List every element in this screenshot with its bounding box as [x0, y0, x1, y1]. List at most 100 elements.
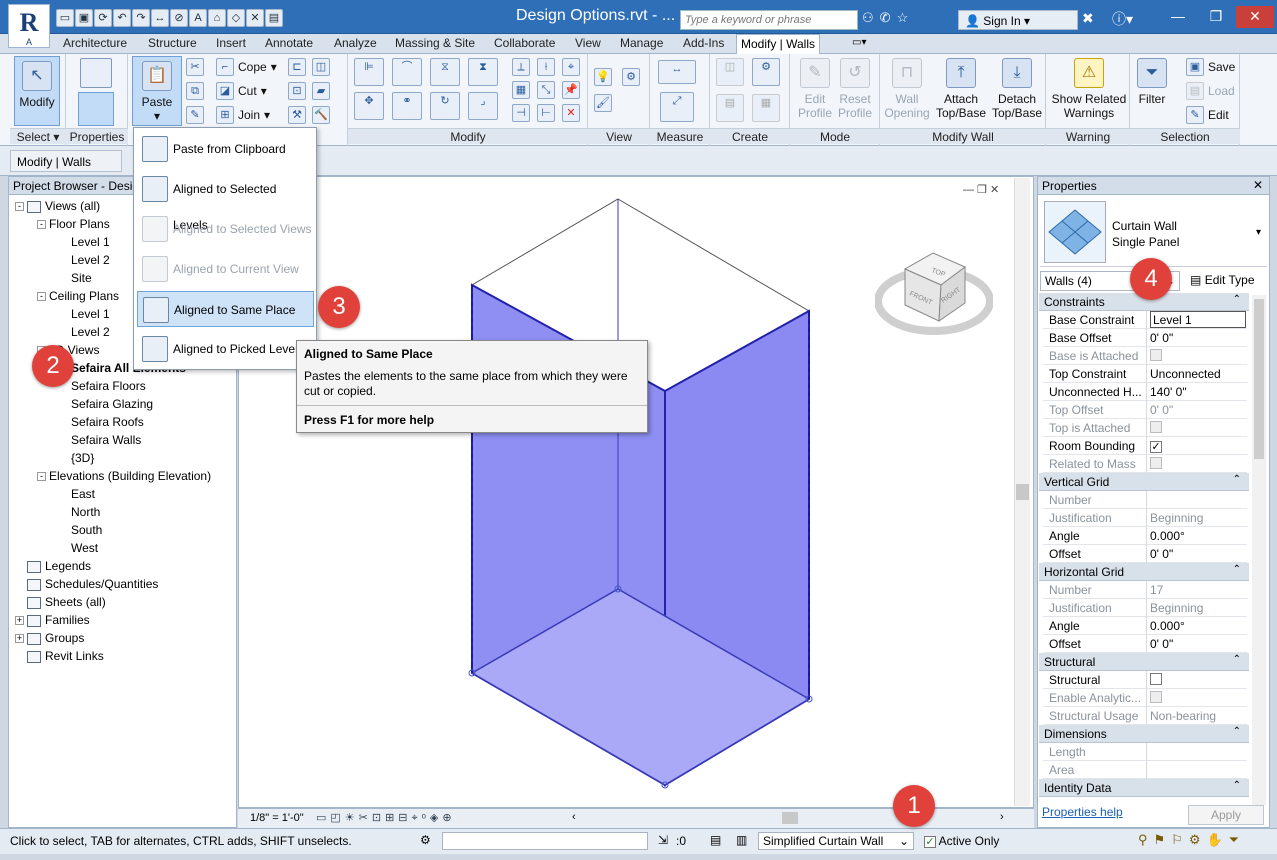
scale-icon[interactable]: ⤡ [537, 81, 555, 99]
undo-icon[interactable]: ↶ [113, 9, 131, 27]
properties-toggle-icon[interactable] [78, 92, 114, 126]
type-properties-icon[interactable] [80, 58, 112, 88]
expand-icon[interactable]: + [15, 634, 24, 644]
tree-item[interactable]: Level 1 [59, 233, 110, 251]
text-icon[interactable]: A [189, 9, 207, 27]
tree-item[interactable]: Legends [15, 557, 91, 575]
tree-item[interactable]: - Floor Plans [37, 215, 110, 233]
paste-menu-item[interactable]: Aligned to Picked Level [137, 331, 314, 367]
split-face-icon[interactable]: ⊡ [288, 82, 306, 100]
hide-icon[interactable]: ⚙ [622, 68, 640, 86]
collapse-icon[interactable]: - [37, 292, 46, 302]
design-option-dropdown[interactable]: Simplified Curtain Wall ⌄ [758, 832, 914, 850]
tree-item[interactable]: Sefaira Glazing [59, 395, 153, 413]
mirror-draw-icon[interactable]: ⧗ [468, 58, 498, 86]
copy-element-icon[interactable]: ⚭ [392, 92, 422, 120]
modify-button[interactable]: ↖ Modify [14, 56, 60, 126]
mirror-axis-icon[interactable]: ⧖ [430, 58, 460, 86]
cube-icon[interactable]: ◫ [312, 58, 330, 76]
tab-massing-site[interactable]: Massing & Site [395, 36, 475, 53]
offset-icon[interactable]: ⌒ [392, 58, 422, 86]
tab-structure[interactable]: Structure [148, 36, 197, 53]
property-value[interactable]: 0' 0" [1150, 331, 1246, 345]
property-row[interactable]: Structural [1043, 671, 1247, 689]
attach-top-base-button[interactable]: ⤒ Attach Top/Base [932, 58, 990, 120]
tree-item[interactable]: Sefaira Walls [59, 431, 141, 449]
scroll-left-icon[interactable]: ‹ [572, 811, 576, 823]
type-dropdown-icon[interactable]: ▾ [1256, 227, 1261, 238]
collapse-icon[interactable]: - [37, 220, 46, 230]
paste-menu-item[interactable]: Paste from Clipboard [137, 131, 314, 167]
tree-item[interactable]: Site [59, 269, 92, 287]
tab-insert[interactable]: Insert [216, 36, 246, 53]
lightbulb-icon[interactable]: 💡 [594, 68, 612, 86]
demolish-icon[interactable]: ⚒ [288, 106, 306, 124]
split-icon[interactable]: ⟂ [512, 58, 530, 76]
tree-item[interactable]: - Elevations (Building Elevation) [37, 467, 211, 485]
tree-item[interactable]: Schedules/Quantities [15, 575, 158, 593]
design-options-icon[interactable]: ▤ [710, 833, 721, 847]
save-icon[interactable]: ▣ [75, 9, 93, 27]
properties-help-link[interactable]: Properties help [1042, 805, 1123, 819]
tab-analyze[interactable]: Analyze [334, 36, 377, 53]
save-selection-button[interactable]: ▣ Save [1186, 58, 1235, 76]
collapse-group-icon[interactable]: ⌃ [1233, 564, 1241, 575]
property-group-header[interactable]: Vertical Grid ⌃ [1039, 473, 1249, 491]
property-value[interactable]: 0' 0" [1150, 547, 1246, 561]
tree-item[interactable]: Sefaira Roofs [59, 413, 144, 431]
measure-icon[interactable]: ↔ [151, 9, 169, 27]
select-panel-title[interactable]: Select ▾ [10, 128, 66, 144]
switch-windows-icon[interactable]: ▤ [265, 9, 283, 27]
view-scale[interactable]: 1/8" = 1'-0" [250, 812, 304, 824]
tab-manage[interactable]: Manage [620, 36, 663, 53]
unpin-icon[interactable]: ⌖ [562, 58, 580, 76]
workset-dropdown[interactable] [442, 832, 648, 850]
property-value[interactable]: Unconnected [1150, 367, 1246, 381]
property-row[interactable]: Angle 0.000° [1043, 617, 1247, 635]
tag-icon[interactable]: ⊘ [170, 9, 188, 27]
property-value[interactable] [1150, 673, 1246, 688]
cope-button[interactable]: ⌐ Cope ▾ [216, 58, 277, 76]
ribbon-minimize-icon[interactable]: ▭▾ [852, 37, 866, 48]
design-option-sets-icon[interactable]: ▥ [736, 833, 747, 847]
vertical-scrollbar[interactable] [1014, 178, 1030, 806]
type-selector[interactable]: Curtain Wall Single Panel ▾ [1040, 197, 1267, 267]
property-group-header[interactable]: Dimensions ⌃ [1039, 725, 1249, 743]
property-value[interactable]: 0.000° [1150, 619, 1246, 633]
collapse-group-icon[interactable]: ⌃ [1233, 654, 1241, 665]
dimension-icon[interactable]: ⤢ [660, 92, 694, 122]
open-icon[interactable]: ▭ [56, 9, 74, 27]
wall-joins-icon[interactable]: ⊏ [288, 58, 306, 76]
paint-icon[interactable]: ▰ [312, 82, 330, 100]
help-icon[interactable]: ⓘ▾ [1112, 9, 1133, 29]
property-group-header[interactable]: Horizontal Grid ⌃ [1039, 563, 1249, 581]
trim-multiple-icon[interactable]: ⊢ [537, 104, 555, 122]
tree-item[interactable]: Sheets (all) [15, 593, 106, 611]
collapse-group-icon[interactable]: ⌃ [1233, 780, 1241, 791]
tree-item[interactable]: Revit Links [15, 647, 104, 665]
tree-item[interactable]: Sefaira Floors [59, 377, 146, 395]
trim-icon[interactable]: ⊣ [512, 104, 530, 122]
favorites-icon[interactable]: ☆ [897, 10, 909, 26]
selection-options-icons[interactable]: ⚲⚑⚐⚙✋⏷ [1138, 832, 1245, 848]
filter-button[interactable]: ⏷ Filter [1134, 58, 1170, 106]
exchange-icon[interactable]: ✖ [1082, 10, 1094, 27]
search-input[interactable]: Type a keyword or phrase [680, 10, 858, 30]
split-gap-icon[interactable]: ⟊ [537, 58, 555, 76]
properties-scroll-thumb[interactable] [1254, 299, 1264, 459]
paste-menu-item[interactable]: Aligned to Same Place [137, 291, 314, 327]
sync-icon[interactable]: ⟳ [94, 9, 112, 27]
3d-icon[interactable]: ⌂ [208, 9, 226, 27]
collapse-group-icon[interactable]: ⌃ [1233, 726, 1241, 737]
tab-view[interactable]: View [575, 36, 601, 53]
sign-in-button[interactable]: 👤 Sign In ▾ [958, 10, 1078, 30]
expand-icon[interactable]: + [15, 616, 24, 626]
apply-button[interactable]: Apply [1188, 805, 1264, 825]
property-checkbox[interactable] [1150, 673, 1162, 685]
property-value[interactable]: Level 1 [1150, 311, 1246, 328]
edit-selection-button[interactable]: ✎ Edit [1186, 106, 1229, 124]
application-menu-button[interactable]: RA [8, 4, 50, 48]
cut-scissors-icon[interactable]: ✂ [186, 58, 204, 76]
viewcube[interactable]: TOP FRONT RIGHT [875, 245, 993, 341]
delete-icon[interactable]: ✕ [562, 104, 580, 122]
